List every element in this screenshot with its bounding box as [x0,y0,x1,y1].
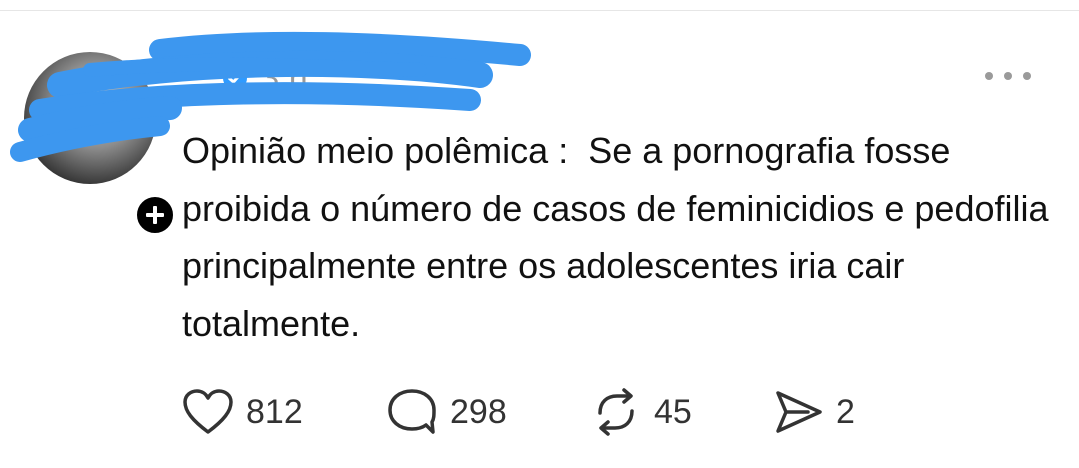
post-actions: 812 298 45 2 [0,386,1079,438]
username[interactable]: ... [182,59,210,98]
plus-icon [146,206,164,224]
repost-icon [598,388,634,436]
more-options-icon [985,72,993,80]
avatar-container[interactable] [24,52,178,238]
share-button[interactable]: 2 [772,386,855,438]
heart-icon [183,389,233,434]
post-body-text: Opinião meio polêmica : Se a pornografia… [182,130,1059,344]
share-count: 2 [836,392,855,431]
like-count: 812 [246,392,303,431]
post-timestamp: 3 h [260,58,308,97]
follow-button[interactable] [132,192,178,238]
avatar[interactable] [24,52,156,184]
more-options-icon-dot [1023,72,1031,80]
post-header: ... 3 h [182,56,308,100]
reply-count: 298 [450,392,507,431]
repost-button[interactable]: 45 [590,386,692,438]
repost-count: 45 [654,392,692,431]
like-button[interactable]: 812 [182,386,303,438]
more-options-button[interactable] [985,64,1031,88]
verified-badge-icon [223,66,248,90]
top-divider [0,10,1079,11]
more-options-icon-dot [1004,72,1012,80]
share-send-icon [776,391,822,433]
reply-button[interactable]: 298 [386,386,507,438]
comment-bubble-icon [388,389,436,434]
